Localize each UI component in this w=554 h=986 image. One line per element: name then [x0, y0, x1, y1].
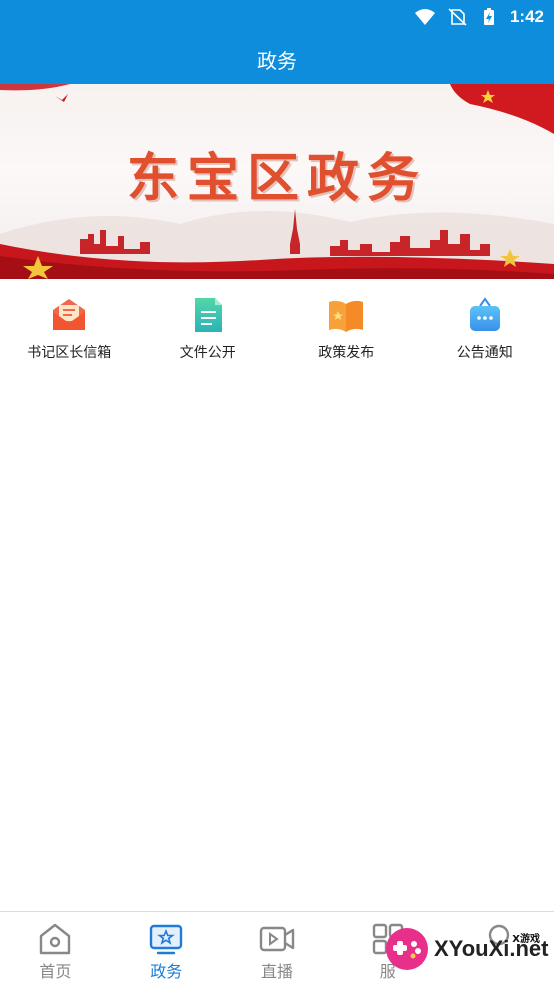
battery-charging-icon — [483, 8, 494, 25]
quick-item-label: 公告通知 — [456, 345, 513, 361]
watermark: XYouXi.net X游戏 — [384, 920, 552, 978]
gamepad-logo-icon — [386, 928, 428, 970]
quick-item-label: 政策发布 — [318, 345, 375, 361]
tab-label: 首页 — [39, 962, 72, 981]
mail-envelope-icon — [53, 299, 86, 330]
no-sim-icon — [448, 8, 467, 26]
watermark-small: X游戏 — [512, 934, 540, 945]
notice-board-icon — [469, 297, 500, 331]
quick-item-policy[interactable]: 政策发布 — [277, 296, 416, 376]
banner-title: 东宝区政务 — [126, 149, 427, 209]
open-book-icon — [329, 300, 364, 332]
banner[interactable]: 东宝区政务 — [0, 84, 554, 279]
tab-label: 政务 — [150, 962, 183, 981]
home-icon — [40, 923, 71, 955]
quick-item-file-public[interactable]: 文件公开 — [139, 296, 278, 376]
wifi-icon — [414, 9, 435, 25]
tab-live[interactable]: 直播 — [222, 912, 333, 986]
tab-government[interactable]: 政务 — [111, 912, 222, 986]
quick-item-mailbox[interactable]: 书记区长信箱 — [0, 296, 139, 376]
status-bar: 1:42 — [0, 0, 554, 34]
quick-menu: 书记区长信箱 文件公开 政策发布 公告通知 — [0, 296, 554, 376]
quick-item-label: 文件公开 — [179, 345, 236, 361]
app-bar: 政务 — [0, 34, 554, 84]
quick-item-label: 书记区长信箱 — [27, 345, 112, 361]
quick-item-notice[interactable]: 公告通知 — [416, 296, 554, 376]
status-time: 1:42 — [509, 7, 544, 26]
video-camera-icon — [259, 926, 295, 952]
tab-label: 直播 — [260, 962, 293, 981]
page-title: 政务 — [257, 48, 297, 73]
government-tv-icon — [149, 924, 183, 955]
document-icon — [194, 298, 222, 332]
tab-home[interactable]: 首页 — [0, 912, 111, 986]
